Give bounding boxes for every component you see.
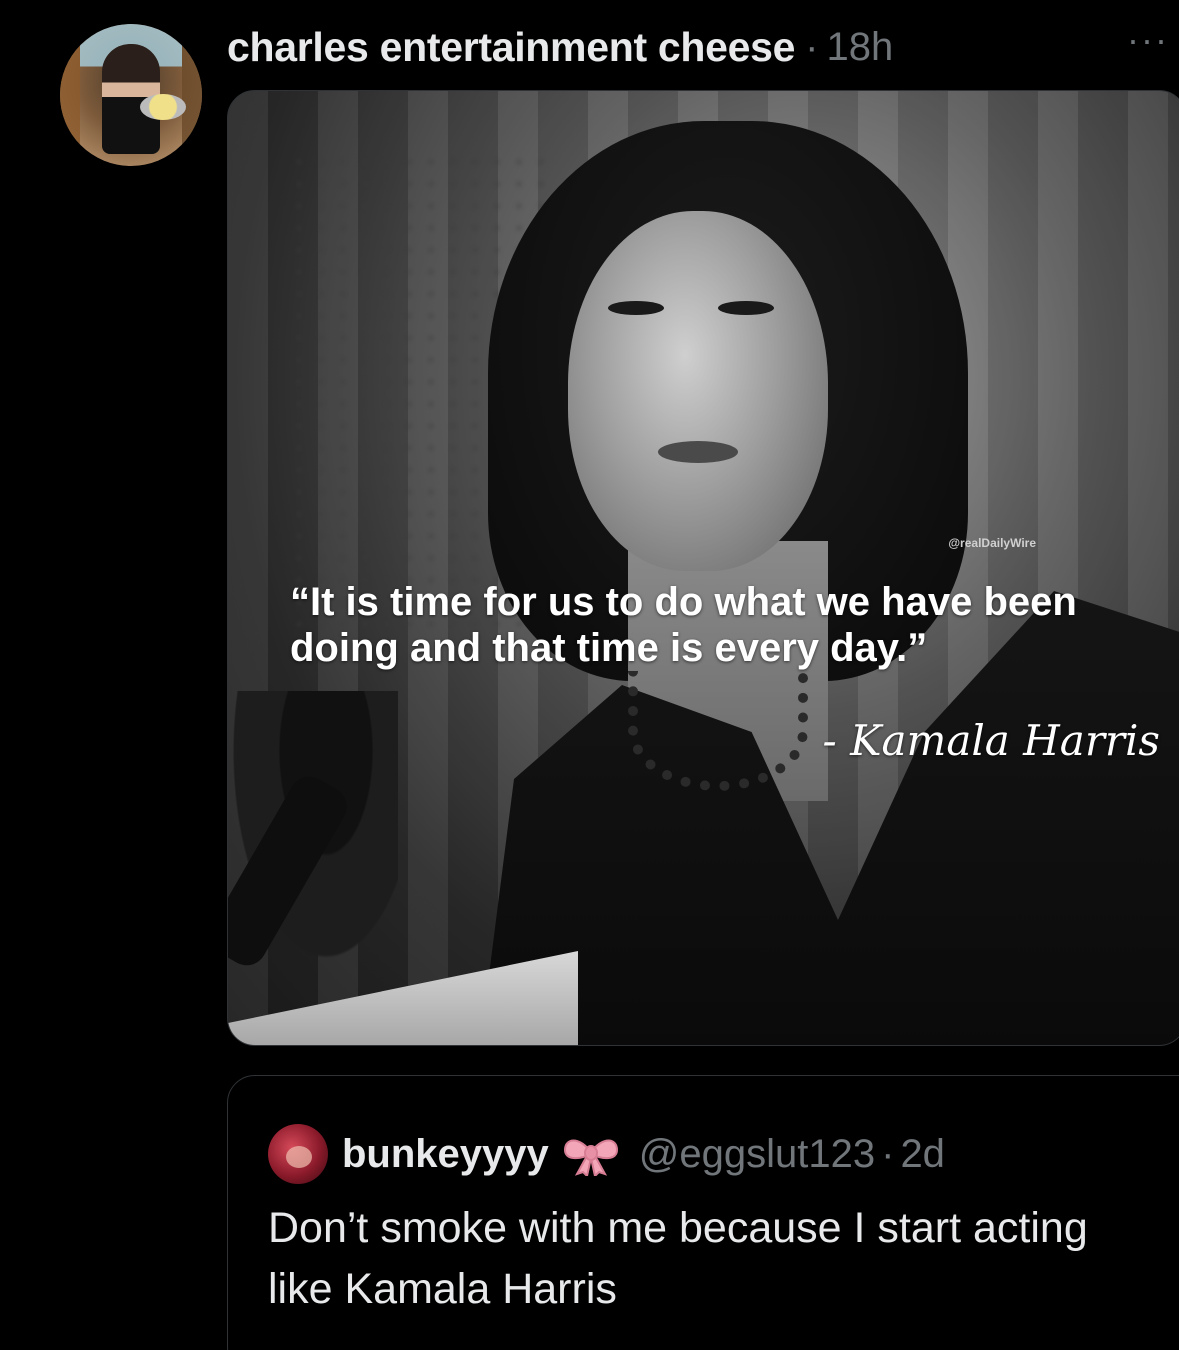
more-options-button[interactable]: ··· bbox=[1127, 22, 1169, 58]
quoted-author-avatar[interactable] bbox=[268, 1124, 328, 1184]
author-avatar[interactable] bbox=[60, 24, 202, 166]
post-timestamp[interactable]: 18h bbox=[826, 25, 893, 70]
image-eye-left bbox=[608, 301, 664, 315]
quoted-post-text: Don’t smoke with me because I start acti… bbox=[268, 1204, 1088, 1313]
quoted-post-timestamp[interactable]: 2d bbox=[900, 1132, 945, 1177]
image-eye-right bbox=[718, 301, 774, 315]
quoted-post[interactable]: bunkeyyyy @eggslut123 · 2d Don’t smoke w… bbox=[227, 1075, 1179, 1350]
header-separator: · bbox=[805, 24, 819, 69]
image-face bbox=[568, 211, 828, 571]
image-watermark: @realDailyWire bbox=[948, 536, 1036, 550]
image-quote-text: “It is time for us to do what we have be… bbox=[290, 580, 1077, 670]
author-display-name[interactable]: charles entertainment cheese bbox=[227, 24, 795, 71]
image-lips bbox=[658, 441, 738, 463]
image-necklace bbox=[628, 671, 808, 791]
image-quote-attribution: - Kamala Harris bbox=[822, 716, 1160, 765]
post-image[interactable]: @realDailyWire “It is time for us to do … bbox=[227, 90, 1179, 1046]
quoted-header-separator: · bbox=[881, 1131, 895, 1176]
tweet: charles entertainment cheese · 18h ··· @… bbox=[0, 0, 1179, 1350]
avatar-bowl bbox=[140, 94, 186, 120]
quoted-author-handle[interactable]: @eggslut123 bbox=[639, 1132, 875, 1177]
ribbon-bow-icon bbox=[561, 1132, 621, 1178]
quoted-post-header: bunkeyyyy @eggslut123 · 2d bbox=[268, 1124, 945, 1184]
quoted-author-display-name[interactable]: bunkeyyyy bbox=[342, 1132, 549, 1177]
more-horizontal-icon: ··· bbox=[1127, 19, 1169, 60]
tweet-header: charles entertainment cheese · 18h bbox=[227, 22, 893, 72]
